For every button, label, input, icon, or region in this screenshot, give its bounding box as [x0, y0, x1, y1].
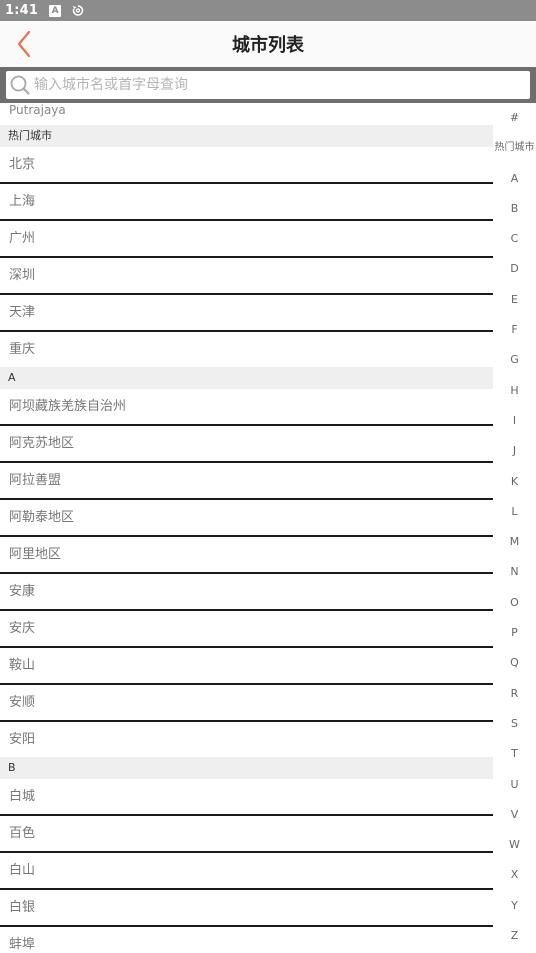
index-item[interactable]: Q: [493, 648, 536, 678]
city-item[interactable]: 白银: [0, 890, 493, 927]
city-item[interactable]: 阿拉善盟: [0, 463, 493, 500]
city-item[interactable]: 安顺: [0, 685, 493, 722]
section-header: B: [0, 757, 493, 779]
city-item[interactable]: 鞍山: [0, 648, 493, 685]
index-item[interactable]: X: [493, 860, 536, 890]
index-item[interactable]: U: [493, 770, 536, 800]
index-item[interactable]: S: [493, 709, 536, 739]
index-item[interactable]: G: [493, 345, 536, 375]
city-item[interactable]: 阿里地区: [0, 537, 493, 574]
city-item[interactable]: 白城: [0, 779, 493, 816]
index-item[interactable]: N: [493, 557, 536, 587]
index-item[interactable]: F: [493, 315, 536, 345]
index-item[interactable]: A: [493, 164, 536, 194]
list-item[interactable]: Putrajaya: [0, 103, 493, 125]
city-item[interactable]: 安庆: [0, 611, 493, 648]
city-item[interactable]: 重庆: [0, 332, 493, 367]
index-item[interactable]: M: [493, 527, 536, 557]
city-item[interactable]: 深圳: [0, 258, 493, 295]
search-bar: [0, 67, 536, 103]
index-item[interactable]: O: [493, 588, 536, 618]
notification-a-icon: A: [49, 4, 62, 17]
alphabet-index-bar[interactable]: # 热门城市 A B C D E F G H I J K L M N O P Q…: [493, 103, 536, 953]
city-item[interactable]: 百色: [0, 816, 493, 853]
index-item[interactable]: 热门城市: [493, 133, 536, 163]
city-item[interactable]: 天津: [0, 295, 493, 332]
search-input[interactable]: [30, 76, 530, 94]
city-item[interactable]: 蚌埠: [0, 927, 493, 953]
index-item[interactable]: K: [493, 467, 536, 497]
index-item[interactable]: W: [493, 830, 536, 860]
index-item[interactable]: H: [493, 376, 536, 406]
index-item[interactable]: L: [493, 497, 536, 527]
index-item[interactable]: #: [493, 103, 536, 133]
index-item[interactable]: V: [493, 800, 536, 830]
index-item[interactable]: E: [493, 285, 536, 315]
section-header: 热门城市: [0, 125, 493, 147]
index-item[interactable]: Y: [493, 891, 536, 921]
index-item[interactable]: T: [493, 739, 536, 769]
search-box[interactable]: [6, 71, 530, 99]
city-item[interactable]: 上海: [0, 184, 493, 221]
page-title: 城市列表: [232, 35, 304, 56]
status-time: 1:41: [5, 3, 39, 18]
section-header: A: [0, 367, 493, 389]
search-icon: [10, 75, 30, 95]
back-button[interactable]: [10, 29, 38, 59]
index-item[interactable]: D: [493, 254, 536, 284]
index-item[interactable]: R: [493, 679, 536, 709]
city-item[interactable]: 广州: [0, 221, 493, 258]
index-item[interactable]: B: [493, 194, 536, 224]
city-item[interactable]: 安阳: [0, 722, 493, 757]
city-item[interactable]: 阿克苏地区: [0, 426, 493, 463]
sync-icon: [72, 5, 84, 17]
city-item[interactable]: 北京: [0, 147, 493, 184]
chevron-left-icon: [17, 30, 31, 58]
index-item[interactable]: J: [493, 436, 536, 466]
city-item[interactable]: 白山: [0, 853, 493, 890]
index-item[interactable]: P: [493, 618, 536, 648]
city-item[interactable]: 阿坝藏族羌族自治州: [0, 389, 493, 426]
city-item[interactable]: 安康: [0, 574, 493, 611]
city-list[interactable]: Putrajaya 热门城市 北京 上海 广州 深圳 天津 重庆 A 阿坝藏族羌…: [0, 103, 493, 953]
city-item[interactable]: 阿勒泰地区: [0, 500, 493, 537]
index-item[interactable]: Z: [493, 921, 536, 951]
index-item[interactable]: C: [493, 224, 536, 254]
status-bar: 1:41 A: [0, 0, 536, 21]
index-item[interactable]: I: [493, 406, 536, 436]
title-bar: 城市列表: [0, 21, 536, 67]
